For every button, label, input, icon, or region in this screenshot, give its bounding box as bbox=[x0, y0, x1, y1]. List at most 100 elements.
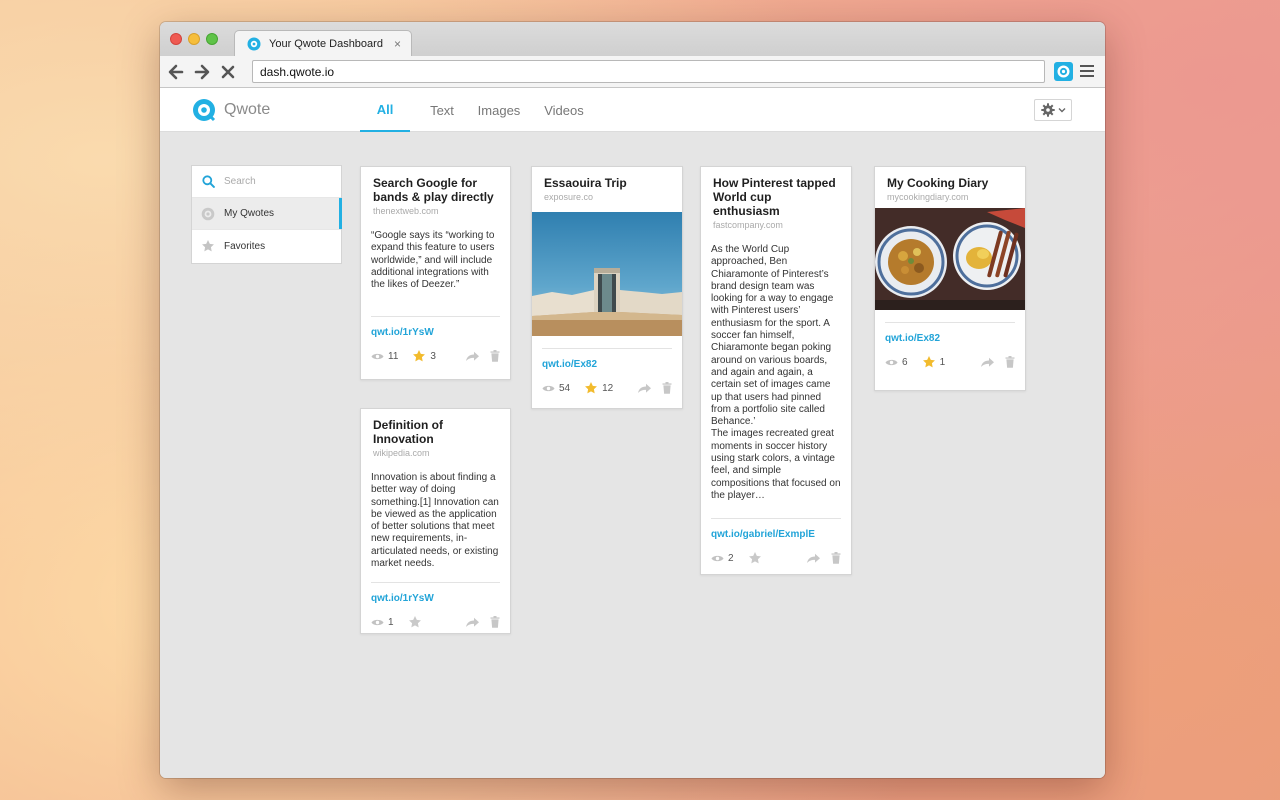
settings-dropdown[interactable] bbox=[1034, 99, 1072, 121]
views-stat: 6 bbox=[885, 357, 908, 368]
trash-icon[interactable] bbox=[831, 552, 841, 564]
views-count: 2 bbox=[728, 552, 734, 564]
stars-stat[interactable]: 12 bbox=[584, 381, 613, 395]
tab-close-icon[interactable]: × bbox=[394, 37, 401, 51]
card-stats: 6 1 bbox=[875, 355, 1025, 369]
share-icon[interactable] bbox=[465, 351, 480, 362]
stars-count: 3 bbox=[430, 350, 436, 362]
qwote-card[interactable]: My Cooking Diary mycookingdiary.com qwt.… bbox=[874, 166, 1026, 391]
stars-count: 12 bbox=[602, 382, 614, 394]
browser-menu-icon[interactable] bbox=[1080, 65, 1094, 77]
qwote-logo-icon bbox=[193, 99, 216, 122]
card-divider bbox=[885, 322, 1015, 323]
share-icon[interactable] bbox=[980, 357, 995, 368]
stars-stat[interactable]: 3 bbox=[412, 349, 436, 363]
views-stat: 2 bbox=[711, 553, 734, 564]
tab-title: Your Qwote Dashboard bbox=[269, 38, 383, 50]
card-link[interactable]: qwt.io/1rYsW bbox=[361, 593, 510, 604]
stars-stat[interactable] bbox=[748, 551, 766, 565]
card-source: fastcompany.com bbox=[713, 220, 783, 230]
card-divider bbox=[542, 348, 672, 349]
card-source: exposure.co bbox=[544, 192, 594, 202]
chevron-down-icon bbox=[1058, 108, 1065, 113]
trash-icon[interactable] bbox=[490, 350, 500, 363]
views-count: 6 bbox=[902, 356, 908, 368]
desert-wall-doorway-photo bbox=[532, 212, 682, 336]
qwote-card[interactable]: How Pinterest tapped World cup enthusias… bbox=[700, 166, 852, 575]
star-icon bbox=[201, 239, 215, 253]
close-window-button[interactable] bbox=[170, 33, 182, 45]
browser-tabbar: Your Qwote Dashboard × bbox=[160, 22, 1105, 57]
star-icon bbox=[413, 350, 426, 362]
sidebar-item-label: Favorites bbox=[224, 240, 266, 252]
star-icon bbox=[922, 356, 935, 368]
qwote-card[interactable]: Definition of Innovation wikipedia.com I… bbox=[360, 408, 511, 634]
tab-videos[interactable]: Videos bbox=[538, 88, 590, 132]
browser-window: Your Qwote Dashboard × dash.qwote.io Qwo… bbox=[160, 22, 1105, 778]
sidebar-item-label: My Qwotes bbox=[224, 208, 275, 219]
qwote-card[interactable]: Essaouira Trip exposure.co qwt.io/Ex82 5… bbox=[531, 166, 683, 409]
card-text-continued: The images recreated great moments in so… bbox=[711, 428, 841, 501]
star-icon bbox=[408, 616, 421, 628]
forward-arrow-icon[interactable] bbox=[192, 62, 212, 82]
brand[interactable]: Qwote bbox=[192, 98, 270, 122]
card-divider bbox=[371, 582, 500, 584]
search-input[interactable]: Search bbox=[192, 166, 341, 198]
star-icon bbox=[585, 382, 598, 394]
sidebar-item-my-qwotes[interactable]: My Qwotes bbox=[192, 198, 342, 230]
share-icon[interactable] bbox=[465, 617, 480, 628]
sidebar-item-favorites[interactable]: Favorites bbox=[192, 230, 341, 262]
views-stat: 54 bbox=[542, 383, 570, 394]
share-icon[interactable] bbox=[637, 383, 652, 394]
maximize-window-button[interactable] bbox=[206, 33, 218, 45]
search-icon bbox=[201, 175, 215, 189]
stars-count: 1 bbox=[939, 356, 946, 368]
browser-tab[interactable]: Your Qwote Dashboard × bbox=[234, 30, 412, 57]
tab-text[interactable]: Text bbox=[422, 88, 462, 132]
views-count: 54 bbox=[559, 382, 571, 394]
views-stat: 11 bbox=[371, 351, 398, 362]
trash-icon[interactable] bbox=[1005, 356, 1015, 368]
card-source: wikipedia.com bbox=[373, 448, 430, 458]
browser-toolbar: dash.qwote.io bbox=[160, 56, 1105, 88]
card-text: As the World Cup approached, Ben Chiaram… bbox=[711, 244, 834, 428]
back-arrow-icon[interactable] bbox=[166, 62, 186, 82]
tab-images[interactable]: Images bbox=[472, 88, 526, 132]
card-link[interactable]: qwt.io/Ex82 bbox=[532, 359, 682, 370]
card-text: Innovation is about finding a better way… bbox=[371, 472, 499, 570]
qwote-logo-icon bbox=[247, 37, 261, 51]
card-link[interactable]: qwt.io/1rYsW bbox=[361, 327, 510, 338]
eye-icon bbox=[711, 555, 724, 561]
card-link[interactable]: qwt.io/Ex82 bbox=[875, 333, 1025, 344]
stars-stat[interactable] bbox=[408, 615, 426, 629]
card-source: thenextweb.com bbox=[373, 206, 439, 216]
brand-name: Qwote bbox=[224, 101, 271, 118]
search-placeholder: Search bbox=[224, 176, 256, 187]
qwote-circle-icon bbox=[201, 207, 215, 221]
trash-icon[interactable] bbox=[662, 382, 672, 394]
qwote-extension-icon[interactable] bbox=[1054, 62, 1073, 81]
card-stats: 54 12 bbox=[532, 381, 682, 395]
stars-stat[interactable]: 1 bbox=[922, 355, 946, 369]
share-icon[interactable] bbox=[806, 553, 821, 564]
card-title: My Cooking Diary bbox=[887, 176, 989, 190]
star-icon bbox=[748, 552, 761, 564]
tab-all[interactable]: All bbox=[360, 88, 410, 132]
stop-loading-icon[interactable] bbox=[218, 62, 238, 82]
address-bar[interactable]: dash.qwote.io bbox=[252, 60, 1045, 83]
views-count: 1 bbox=[388, 616, 394, 628]
gear-icon bbox=[1040, 103, 1055, 117]
minimize-window-button[interactable] bbox=[188, 33, 200, 45]
food-plates-photo bbox=[875, 208, 1025, 310]
card-divider bbox=[711, 518, 841, 520]
card-title: Search Google for bands & play directly bbox=[373, 176, 494, 204]
card-title: How Pinterest tapped World cup enthusias… bbox=[713, 176, 836, 218]
card-text: “Google says its “working to expand this… bbox=[371, 230, 495, 291]
trash-icon[interactable] bbox=[490, 616, 500, 629]
card-stats: 11 3 bbox=[361, 349, 510, 363]
eye-icon bbox=[371, 353, 384, 360]
sidebar: Search My Qwotes Favorites bbox=[191, 165, 342, 264]
card-divider bbox=[371, 316, 500, 318]
card-link[interactable]: qwt.io/gabriel/ExmplE bbox=[701, 529, 851, 540]
qwote-card[interactable]: Search Google for bands & play directly … bbox=[360, 166, 511, 380]
